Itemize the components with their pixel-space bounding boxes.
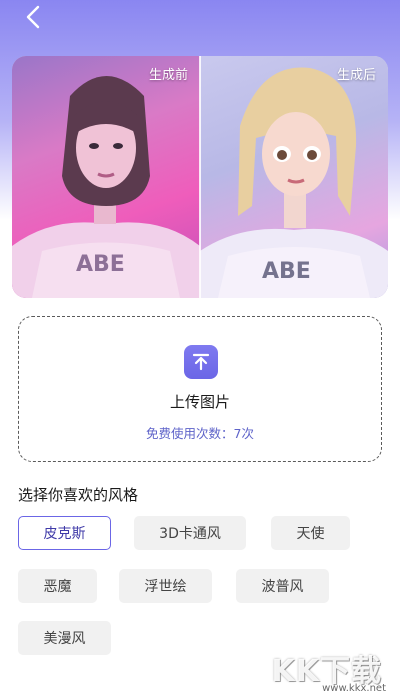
upload-icon: [184, 345, 218, 379]
style-chip-ukiyoe[interactable]: 浮世绘: [119, 569, 212, 603]
panel-divider: [199, 56, 201, 298]
after-portrait: ABE: [200, 67, 388, 298]
free-usage-count: 免费使用次数：7次: [146, 426, 254, 441]
after-label: 生成后: [336, 68, 376, 83]
style-chip-3d-cartoon[interactable]: 3D卡通风: [134, 516, 246, 550]
back-button[interactable]: [18, 2, 48, 32]
upload-label: 上传图片: [169, 393, 230, 411]
chevron-left-icon: [26, 5, 40, 29]
watermark: KK下载 www.kkx.net: [250, 646, 390, 694]
after-image: ABE 生成后: [200, 56, 388, 298]
before-portrait: ABE: [12, 76, 200, 298]
before-after-preview: ABE 生成前 ABE 生成后: [12, 56, 388, 298]
style-chip-pop-art[interactable]: 波普风: [236, 569, 329, 603]
style-section-title: 选择你喜欢的风格: [18, 486, 139, 504]
style-chip-american-comic[interactable]: 美漫风: [18, 621, 111, 655]
style-chip-angel[interactable]: 天使: [271, 516, 350, 550]
watermark-url: www.kkx.net: [322, 683, 386, 694]
svg-text:ABE: ABE: [262, 259, 311, 284]
before-image: ABE 生成前: [12, 56, 200, 298]
before-label: 生成前: [148, 68, 188, 83]
upload-area[interactable]: 上传图片 免费使用次数：7次: [18, 316, 382, 462]
style-chip-demon[interactable]: 恶魔: [18, 569, 97, 603]
style-chip-pixar[interactable]: 皮克斯: [18, 516, 111, 550]
svg-text:ABE: ABE: [76, 252, 125, 277]
